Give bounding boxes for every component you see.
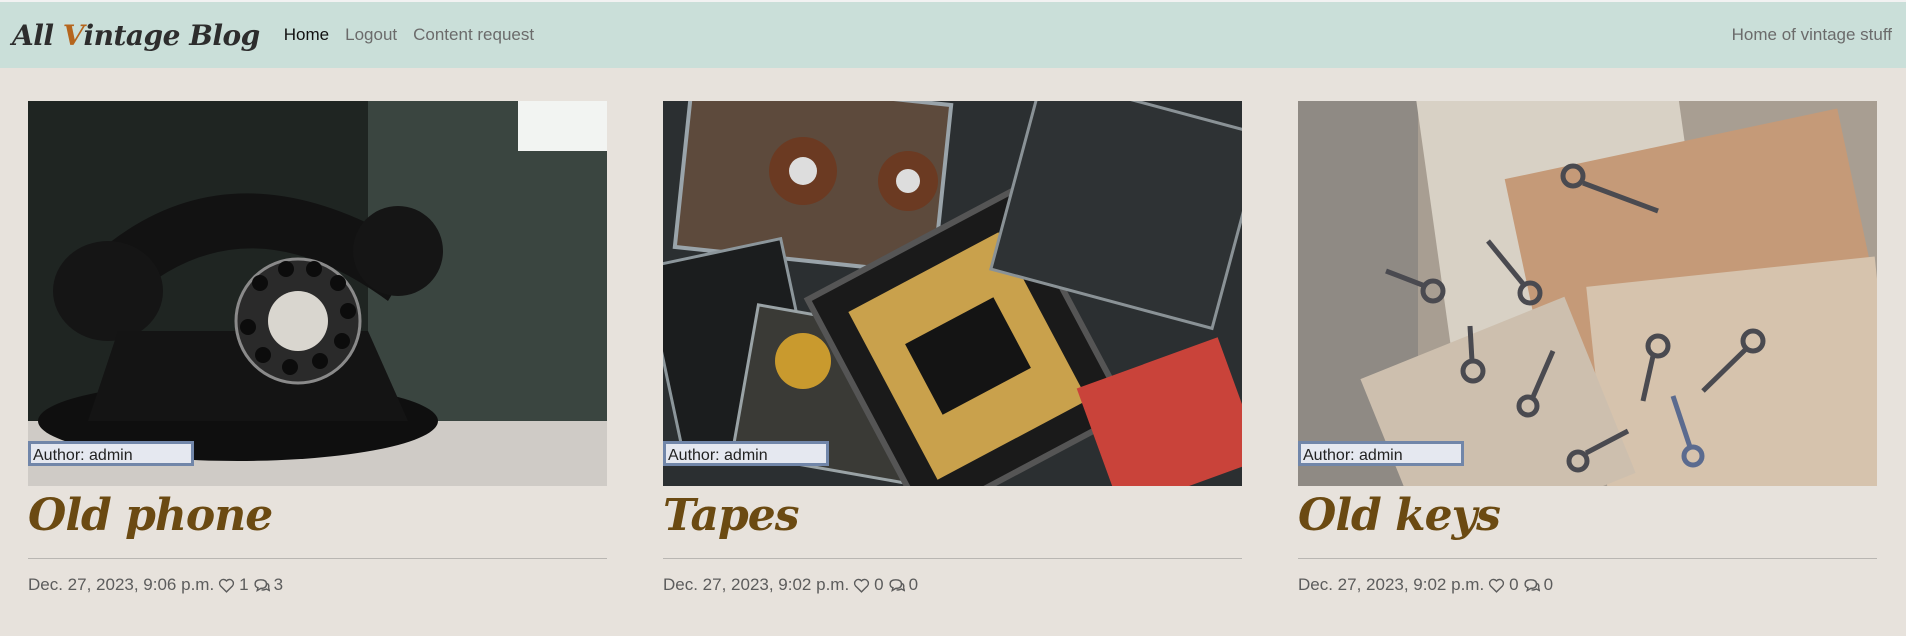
heart-icon[interactable] <box>1488 577 1505 594</box>
post-image[interactable]: Author: admin <box>663 101 1242 486</box>
post-meta: Dec. 27, 2023, 9:02 p.m. 0 0 <box>663 575 1242 595</box>
heart-icon[interactable] <box>218 577 235 594</box>
post-title[interactable]: Old keys <box>1298 486 1877 556</box>
like-count: 0 <box>874 575 884 594</box>
comment-count: 0 <box>908 575 919 594</box>
post-card: Author: admin Old keys Dec. 27, 2023, 9:… <box>1298 101 1877 595</box>
keys-photo <box>1298 101 1877 486</box>
phone-photo <box>28 101 607 486</box>
post-card: Author: admin Tapes Dec. 27, 2023, 9:02 … <box>663 101 1242 595</box>
brand-logo[interactable]: All Vintage Blog <box>12 19 260 52</box>
author-badge: Author: admin <box>28 441 194 466</box>
tagline: Home of vintage stuff <box>1731 25 1892 44</box>
post-list: Author: admin Old phone Dec. 27, 2023, 9… <box>28 101 1877 595</box>
post-meta: Dec. 27, 2023, 9:02 p.m. 0 0 <box>1298 575 1877 595</box>
comments-icon[interactable] <box>253 577 270 594</box>
author-badge: Author: admin <box>663 441 829 466</box>
brand-accent: V <box>62 18 84 52</box>
nav-link-home[interactable]: Home <box>284 25 329 45</box>
divider <box>28 558 607 559</box>
tapes-photo <box>663 101 1242 486</box>
post-date: Dec. 27, 2023, 9:06 p.m. <box>28 575 215 594</box>
post-image[interactable]: Author: admin <box>1298 101 1877 486</box>
brand-suffix: intage Blog <box>83 18 260 52</box>
post-date: Dec. 27, 2023, 9:02 p.m. <box>663 575 850 594</box>
divider <box>663 558 1242 559</box>
nav-link-logout[interactable]: Logout <box>345 25 397 45</box>
like-count: 0 <box>1509 575 1519 594</box>
post-title[interactable]: Tapes <box>663 486 1242 556</box>
nav-links: Home Logout Content request <box>284 25 534 45</box>
nav-link-content-request[interactable]: Content request <box>413 25 534 45</box>
divider <box>1298 558 1877 559</box>
post-date: Dec. 27, 2023, 9:02 p.m. <box>1298 575 1485 594</box>
post-image[interactable]: Author: admin <box>28 101 607 486</box>
post-meta: Dec. 27, 2023, 9:06 p.m. 1 3 <box>28 575 607 595</box>
brand-prefix: All <box>12 18 63 52</box>
post-title[interactable]: Old phone <box>28 486 607 556</box>
comment-count: 3 <box>273 575 284 594</box>
like-count: 1 <box>239 575 249 594</box>
heart-icon[interactable] <box>853 577 870 594</box>
comments-icon[interactable] <box>888 577 905 594</box>
author-badge: Author: admin <box>1298 441 1464 466</box>
comment-count: 0 <box>1543 575 1554 594</box>
post-card: Author: admin Old phone Dec. 27, 2023, 9… <box>28 101 607 595</box>
navbar: All Vintage Blog Home Logout Content req… <box>0 0 1906 68</box>
comments-icon[interactable] <box>1523 577 1540 594</box>
